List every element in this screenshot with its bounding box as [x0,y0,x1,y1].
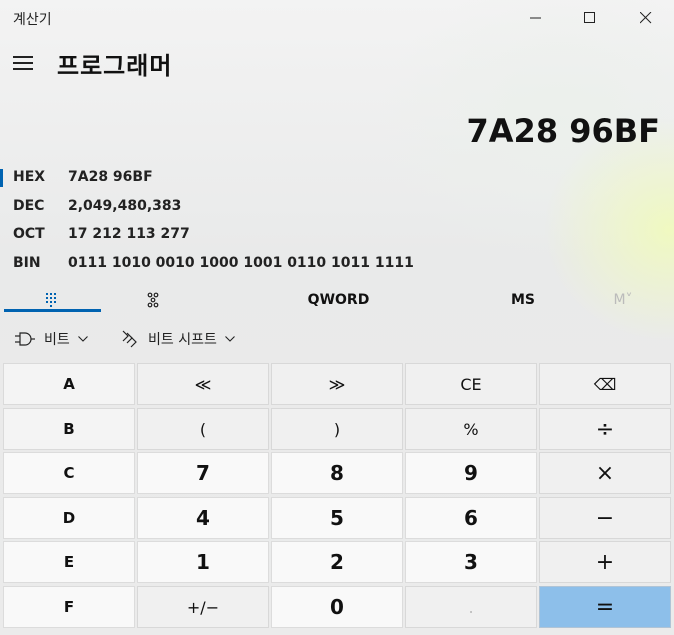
key-label: 5 [330,506,344,530]
radix-value: 0111 1010 0010 1000 1001 0110 1011 1111 [68,255,414,271]
key-backspace[interactable]: ⌫ [539,363,671,405]
tab-bit-toggling[interactable] [104,286,201,314]
radix-name: HEX [13,169,46,185]
key-percent[interactable]: % [405,408,537,450]
key-label: 4 [196,506,210,530]
key-label: D [62,509,76,527]
radix-row-hex[interactable]: HEX 7A28 96BF [0,165,420,191]
bit-toggling-keypad-icon [147,292,158,308]
key-label: + [595,549,615,575]
key-c[interactable]: C [3,452,135,494]
key-open-paren[interactable]: ( [137,408,269,450]
key-multiply[interactable]: × [539,452,671,494]
radix-value: 7A28 96BF [68,169,153,185]
key-close-paren[interactable]: ) [271,408,403,450]
key-7[interactable]: 7 [137,452,269,494]
key-label: A [63,375,75,393]
key-label: E [63,553,75,571]
radix-name: BIN [13,255,41,271]
key-a[interactable]: A [3,363,135,405]
key-label: CE [460,374,482,394]
key-label: 1 [196,550,210,574]
key-4[interactable]: 4 [137,497,269,539]
key-label: − [595,505,615,531]
maximize-icon [584,12,595,23]
key-8[interactable]: 8 [271,452,403,494]
key-e[interactable]: E [3,541,135,583]
key-label: 2 [330,550,344,574]
radix-value: 17 212 113 277 [68,226,190,242]
key-divide[interactable]: ÷ [539,408,671,450]
maximize-button[interactable] [562,0,618,36]
key-label: ≪ [194,374,212,394]
key-add[interactable]: + [539,541,671,583]
radix-row-dec[interactable]: DEC 2,049,480,383 [0,194,420,220]
key-negate[interactable]: +/− [137,586,269,628]
key-label: ⌫ [593,374,617,394]
key-label: 9 [464,461,478,485]
key-label: 6 [464,506,478,530]
key-0[interactable]: 0 [271,586,403,628]
keypad: A ≪ ≫ CE ⌫ B ()% ÷ C 7 8 9 × D 4 5 6 − E 1 2 3 + F +/− 0. = [3,363,673,631]
minimize-icon [530,17,541,19]
radix-name: OCT [13,226,45,242]
key-label: ÷ [595,416,615,442]
bitwise-dropdown[interactable]: 비트 [14,327,88,351]
mode-title: 프로그래머 [57,52,173,80]
key-shift-left[interactable]: ≪ [137,363,269,405]
memory-list-button[interactable]: M˅ [595,286,651,314]
close-icon [640,12,652,24]
key-2[interactable]: 2 [271,541,403,583]
key-d[interactable]: D [3,497,135,539]
chevron-down-icon [224,336,235,342]
key-label: 3 [464,550,478,574]
key-label: % [463,419,479,439]
app-title: 계산기 [13,12,52,28]
minimize-button[interactable] [508,0,564,36]
key-shift-right[interactable]: ≫ [271,363,403,405]
key-label: = [595,594,615,620]
logic-gate-icon [15,332,35,346]
radix-value: 2,049,480,383 [68,198,182,214]
key-label: ) [333,419,341,439]
key-decimal[interactable]: . [405,586,537,628]
key-label: 0 [330,595,344,619]
key-label: F [63,598,75,616]
key-3[interactable]: 3 [405,541,537,583]
bit-shift-label: 비트 시프트 [148,332,217,348]
word-size-button[interactable]: QWORD [280,286,397,314]
key-1[interactable]: 1 [137,541,269,583]
bitwise-label: 비트 [44,332,70,348]
bit-shift-icon [122,330,137,348]
key-label: . [468,597,474,617]
chevron-down-icon [77,336,88,342]
key-9[interactable]: 9 [405,452,537,494]
tab-active-underline [4,309,101,312]
key-label: +/− [186,597,220,617]
result-display: 7A28 96BF [466,112,660,150]
radix-row-oct[interactable]: OCT 17 212 113 277 [0,222,420,248]
key-5[interactable]: 5 [271,497,403,539]
bit-shift-dropdown[interactable]: 비트 시프트 [120,327,235,351]
key-equals[interactable]: = [539,586,671,628]
key-label: 8 [330,461,344,485]
key-label: 7 [196,461,210,485]
memory-store-button[interactable]: MS [478,286,568,314]
key-clear-entry[interactable]: CE [405,363,537,405]
radix-row-bin[interactable]: BIN 0111 1010 0010 1000 1001 0110 1011 1… [0,251,420,277]
radix-name: DEC [13,198,45,214]
title-bar: 계산기 [0,0,674,36]
hamburger-menu-icon[interactable] [13,55,33,71]
close-button[interactable] [618,0,674,36]
key-b[interactable]: B [3,408,135,450]
key-label: ≫ [328,374,346,394]
key-6[interactable]: 6 [405,497,537,539]
full-keypad-icon [45,293,56,307]
key-subtract[interactable]: − [539,497,671,539]
key-f[interactable]: F [3,586,135,628]
key-label: B [63,420,75,438]
key-label: ( [199,419,207,439]
key-label: × [595,460,615,486]
key-label: C [63,464,75,482]
